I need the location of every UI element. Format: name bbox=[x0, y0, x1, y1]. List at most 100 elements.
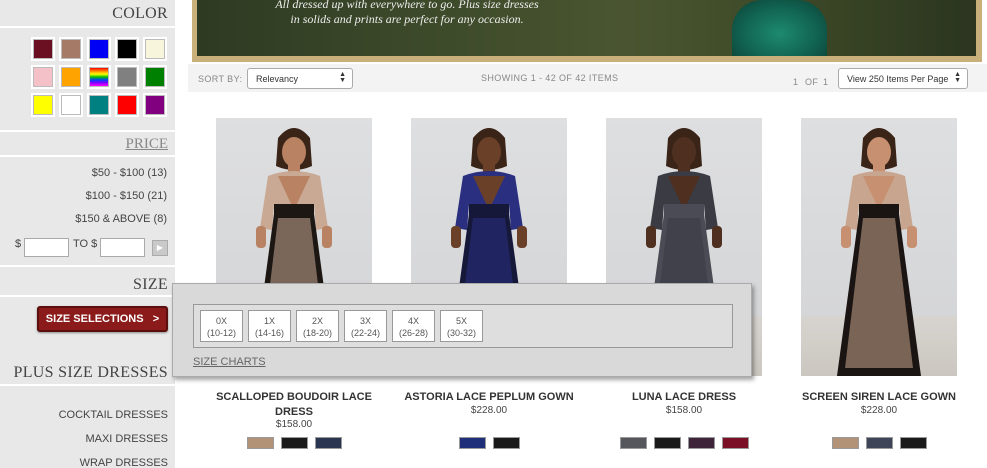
product-name[interactable]: SCALLOPED BOUDOIR LACE DRESS bbox=[204, 390, 384, 420]
items-per-page-select[interactable]: View 250 Items Per Page ▲ ▼ bbox=[838, 68, 968, 89]
divider bbox=[0, 155, 175, 157]
size-option-1x[interactable]: 1X (14-16) bbox=[248, 310, 291, 342]
select-arrows-icon: ▲ ▼ bbox=[954, 71, 961, 84]
product-name[interactable]: LUNA LACE DRESS bbox=[594, 390, 774, 405]
listing-toolbar: SORT BY: Relevancy ▲ ▼ SHOWING 1 - 42 OF … bbox=[188, 64, 987, 92]
price-max-input[interactable] bbox=[100, 238, 145, 257]
filter-sidebar: COLOR PRICE $50 - $100 (13) $100 - $150 … bbox=[0, 0, 175, 468]
size-option-label: 4X bbox=[407, 316, 419, 326]
category-link-wrap[interactable]: WRAP DRESSES bbox=[80, 457, 168, 468]
size-option-label: 5X bbox=[455, 316, 467, 326]
size-filter-title: SIZE bbox=[133, 276, 168, 293]
divider bbox=[0, 26, 175, 28]
chevron-right-icon: > bbox=[152, 313, 160, 325]
size-option-label: 1X bbox=[263, 316, 275, 326]
color-swatch-pink[interactable] bbox=[31, 65, 55, 89]
product-color-swatch[interactable] bbox=[653, 437, 681, 449]
color-swatch-purple[interactable] bbox=[143, 93, 167, 117]
size-option-range: (10-12) bbox=[206, 328, 236, 338]
size-charts-link[interactable]: SIZE CHARTS bbox=[193, 356, 266, 368]
color-swatch-white[interactable] bbox=[59, 93, 83, 117]
color-swatch-grey[interactable] bbox=[115, 65, 139, 89]
size-option-range: (18-20) bbox=[302, 328, 332, 338]
size-selection-popup: 0X (10-12) 1X (14-16) 2X (18-20) 3X (22-24) 4X (2… bbox=[172, 283, 752, 377]
size-option-range: (22-24) bbox=[350, 328, 380, 338]
size-option-label: 2X bbox=[311, 316, 323, 326]
color-swatch-multi[interactable] bbox=[87, 65, 111, 89]
category-link-cocktail[interactable]: COCKTAIL DRESSES bbox=[59, 409, 168, 421]
product-color-swatch[interactable] bbox=[314, 437, 342, 449]
size-option-range: (30-32) bbox=[446, 328, 476, 338]
page-total: 1 bbox=[823, 77, 829, 87]
color-swatch-green[interactable] bbox=[143, 65, 167, 89]
category-link-maxi[interactable]: MAXI DRESSES bbox=[85, 433, 168, 445]
size-option-range: (14-16) bbox=[254, 328, 284, 338]
product-price: $228.00 bbox=[860, 405, 898, 416]
hero-caption-line: in solids and prints are perfect for any… bbox=[290, 12, 524, 26]
sort-select[interactable]: Relevancy ▲ ▼ bbox=[247, 68, 353, 89]
price-range-link[interactable]: $150 & ABOVE (8) bbox=[75, 213, 167, 225]
color-swatch-black[interactable] bbox=[115, 37, 139, 61]
size-option-label: 0X bbox=[215, 316, 227, 326]
size-option-4x[interactable]: 4X (26-28) bbox=[392, 310, 435, 342]
product-color-swatch[interactable] bbox=[280, 437, 308, 449]
color-swatch-yellow[interactable] bbox=[31, 93, 55, 117]
category-title: PLUS SIZE DRESSES bbox=[13, 364, 168, 381]
size-option-label: 3X bbox=[359, 316, 371, 326]
hero-model-image bbox=[732, 0, 827, 56]
color-swatch-blue[interactable] bbox=[87, 37, 111, 61]
color-swatch-burgundy[interactable] bbox=[31, 37, 55, 61]
product-price: $158.00 bbox=[275, 419, 313, 430]
hero-banner[interactable]: All dressed up with everywhere to go. Pl… bbox=[192, 0, 982, 62]
size-option-2x[interactable]: 2X (18-20) bbox=[296, 310, 339, 342]
hero-caption: All dressed up with everywhere to go. Pl… bbox=[227, 0, 587, 27]
price-filter-title[interactable]: PRICE bbox=[125, 136, 168, 153]
product-color-swatch[interactable] bbox=[246, 437, 274, 449]
product-color-swatch[interactable] bbox=[492, 437, 520, 449]
color-swatch-red[interactable] bbox=[115, 93, 139, 117]
divider bbox=[0, 295, 175, 297]
price-go-icon[interactable]: ▶ bbox=[152, 240, 168, 256]
color-swatch-taupe[interactable] bbox=[59, 37, 83, 61]
sort-label: SORT BY: bbox=[198, 74, 243, 84]
per-page-value: View 250 Items Per Page bbox=[847, 74, 949, 84]
hero-image: All dressed up with everywhere to go. Pl… bbox=[197, 0, 976, 56]
product-color-swatch[interactable] bbox=[899, 437, 927, 449]
color-filter-title: COLOR bbox=[112, 5, 168, 22]
select-arrows-icon: ▲ ▼ bbox=[339, 71, 346, 84]
product-color-swatch[interactable] bbox=[865, 437, 893, 449]
page-current: 1 bbox=[793, 77, 799, 87]
hero-caption-line: All dressed up with everywhere to go. Pl… bbox=[275, 0, 539, 11]
divider bbox=[0, 130, 175, 132]
range-prefix: $ bbox=[15, 238, 22, 250]
product-name[interactable]: SCREEN SIREN LACE GOWN bbox=[789, 390, 969, 405]
product-color-swatch[interactable] bbox=[721, 437, 749, 449]
results-count: SHOWING 1 - 42 OF 42 ITEMS bbox=[481, 73, 619, 83]
price-range-link[interactable]: $50 - $100 (13) bbox=[92, 167, 167, 179]
color-swatch-orange[interactable] bbox=[59, 65, 83, 89]
product-price: $158.00 bbox=[665, 405, 703, 416]
page-of-label: OF bbox=[805, 77, 819, 87]
product-color-swatch[interactable] bbox=[458, 437, 486, 449]
product-image[interactable] bbox=[801, 118, 957, 376]
divider bbox=[0, 265, 175, 267]
divider bbox=[0, 384, 175, 386]
size-option-3x[interactable]: 3X (22-24) bbox=[344, 310, 387, 342]
size-option-5x[interactable]: 5X (30-32) bbox=[440, 310, 483, 342]
page: COLOR PRICE $50 - $100 (13) $100 - $150 … bbox=[0, 0, 987, 468]
range-to-label: TO $ bbox=[73, 238, 98, 250]
color-swatch-teal[interactable] bbox=[87, 93, 111, 117]
price-range-link[interactable]: $100 - $150 (21) bbox=[86, 190, 167, 202]
color-swatch-ivory[interactable] bbox=[143, 37, 167, 61]
size-option-range: (26-28) bbox=[398, 328, 428, 338]
size-options-box: 0X (10-12) 1X (14-16) 2X (18-20) 3X (22-24) 4X (2… bbox=[193, 304, 733, 348]
product-name[interactable]: ASTORIA LACE PEPLUM GOWN bbox=[399, 390, 579, 405]
product-color-swatch[interactable] bbox=[687, 437, 715, 449]
product-color-swatch[interactable] bbox=[619, 437, 647, 449]
product-color-swatch[interactable] bbox=[831, 437, 859, 449]
sort-value: Relevancy bbox=[256, 74, 299, 84]
size-option-0x[interactable]: 0X (10-12) bbox=[200, 310, 243, 342]
size-selections-button[interactable]: SIZE SELECTIONS > bbox=[37, 306, 168, 332]
product-price: $228.00 bbox=[470, 405, 508, 416]
price-min-input[interactable] bbox=[24, 238, 69, 257]
